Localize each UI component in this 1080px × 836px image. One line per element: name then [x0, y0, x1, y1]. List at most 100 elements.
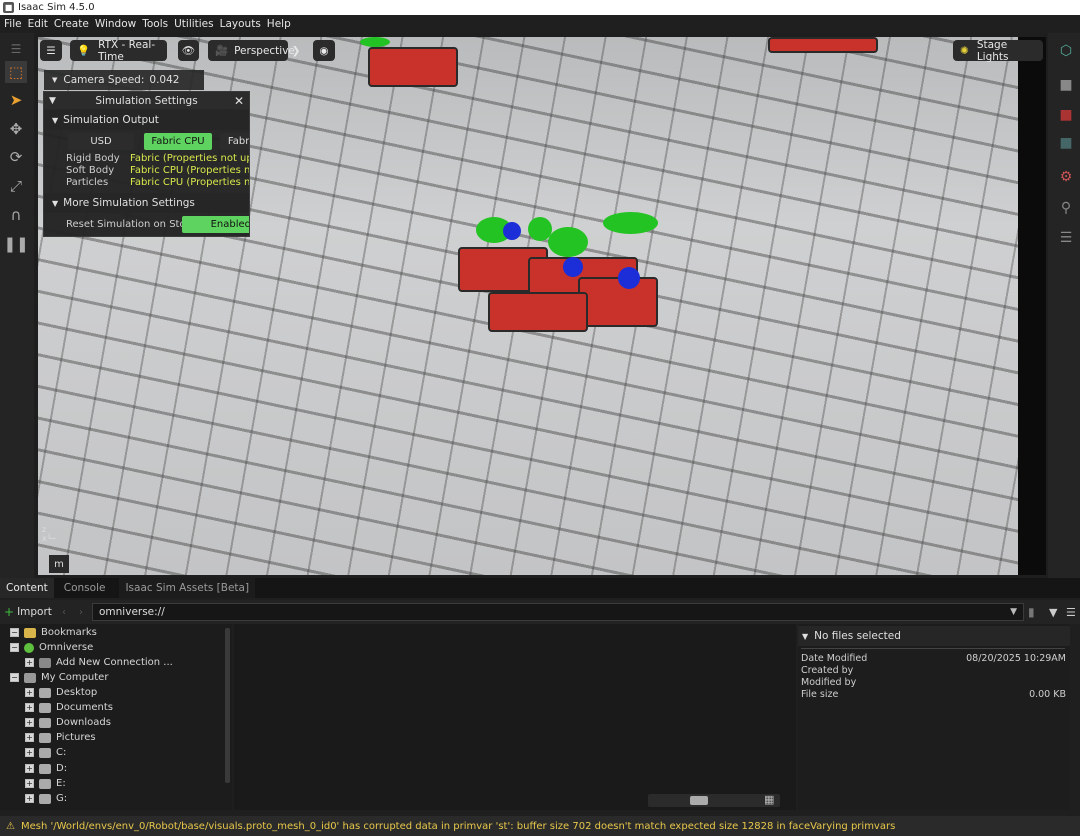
grid-scrollbar[interactable] [648, 794, 780, 807]
mode-usd-button[interactable]: USD [68, 133, 134, 150]
sliders-icon[interactable]: ☰ [1056, 228, 1076, 248]
sliders-icon: ☰ [46, 44, 56, 57]
tree-label: Omniverse [39, 642, 94, 653]
select-mode-icon[interactable]: ⬚ [5, 61, 27, 83]
snap-magnet-icon[interactable]: ∩ [5, 204, 27, 226]
forward-arrow-icon[interactable]: › [79, 607, 83, 618]
filter-icon[interactable]: ▼ [1049, 606, 1057, 619]
collapse-icon[interactable]: − [10, 673, 19, 682]
section-title: More Simulation Settings [63, 197, 195, 209]
direction-marker-green [548, 227, 588, 257]
info-title: No files selected [814, 630, 901, 642]
collapse-icon[interactable]: − [10, 628, 19, 637]
expand-icon[interactable]: + [25, 779, 34, 788]
simulation-output-section[interactable]: ▼ Simulation Output [44, 110, 249, 130]
expand-icon[interactable]: + [25, 703, 34, 712]
move-icon[interactable]: ✥ [5, 118, 27, 140]
grid-view-icon[interactable]: ▦ [764, 793, 774, 806]
cube-teal-icon[interactable]: ■ [1056, 133, 1076, 153]
menu-layouts[interactable]: Layouts [220, 18, 261, 30]
menu-tools[interactable]: Tools [142, 18, 168, 30]
menu-help[interactable]: Help [267, 18, 291, 30]
gear-icon[interactable]: ⚙ [1056, 167, 1076, 187]
tree-item-pictures[interactable]: + Pictures [25, 732, 96, 743]
scale-icon[interactable]: ⤢ [5, 175, 27, 197]
drive-icon [39, 763, 51, 774]
tree-item-bookmarks[interactable]: − Bookmarks [10, 627, 97, 638]
expand-icon[interactable]: + [25, 658, 34, 667]
soft-body-value: Fabric CPU (Properties not u [130, 165, 250, 176]
tree-item-desktop[interactable]: + Desktop [25, 687, 97, 698]
tree-item-omniverse[interactable]: − Omniverse [10, 642, 93, 653]
tree-label: D: [56, 763, 68, 774]
right-toolbar: ⬡ ■ ■ ■ ⚙ ⚲ ☰ [1048, 33, 1080, 578]
cube-grid-icon[interactable]: ⬡ [1056, 41, 1076, 61]
expand-icon[interactable]: + [25, 764, 34, 773]
visibility-button[interactable]: 👁 [178, 40, 199, 61]
expand-icon[interactable]: + [25, 733, 34, 742]
camera-speed-label: Camera Speed: [63, 74, 145, 86]
bookmark-folder-icon [24, 627, 36, 638]
tree-item-d[interactable]: + D: [25, 763, 67, 774]
menu-window[interactable]: Window [95, 18, 136, 30]
omniverse-icon [24, 642, 34, 653]
reset-on-stop-toggle[interactable]: Enabled [182, 216, 249, 233]
dropdown-chevron-icon[interactable]: ▼ [1010, 607, 1017, 617]
section-title: Simulation Output [63, 114, 159, 126]
tree-item-e[interactable]: + E: [25, 778, 66, 789]
mode-fabric-gpu-button[interactable]: Fabri [220, 133, 249, 150]
rotate-icon[interactable]: ⟳ [5, 146, 27, 168]
drive-icon [39, 717, 51, 728]
viewport-settings-button[interactable]: ☰ [40, 40, 62, 61]
mode-fabric-cpu-button[interactable]: Fabric CPU [144, 133, 212, 150]
camera-button[interactable]: 🎥 Perspective [208, 40, 295, 61]
path-bar: + Import ‹ › omniverse:// ▼ ▮ ▼ ☰ [0, 600, 1080, 624]
close-icon[interactable]: ✕ [234, 94, 244, 108]
tree-item-g[interactable]: + G: [25, 793, 67, 804]
path-input[interactable]: omniverse:// ▼ [92, 603, 1024, 621]
tree-label: C: [56, 747, 67, 758]
drive-icon [39, 747, 51, 758]
expand-icon[interactable]: + [25, 688, 34, 697]
chevron-right-icon[interactable]: ▼ [802, 632, 808, 641]
tree-item-c[interactable]: + C: [25, 747, 66, 758]
import-button[interactable]: + Import [4, 605, 52, 619]
file-grid[interactable]: ▦ [234, 624, 796, 810]
zoom-slider-handle[interactable] [690, 796, 708, 805]
select-arrow-icon[interactable]: ➤ [5, 89, 27, 111]
tree-item-downloads[interactable]: + Downloads [25, 717, 111, 728]
cube-dark-icon[interactable]: ■ [1056, 75, 1076, 95]
bookmark-icon[interactable]: ▮ [1028, 605, 1035, 619]
tree-scrollbar[interactable] [225, 628, 230, 783]
tab-console[interactable]: Console [58, 578, 112, 598]
expand-icon[interactable]: + [25, 748, 34, 757]
menu-edit[interactable]: Edit [28, 18, 48, 30]
tree-item-my-computer[interactable]: − My Computer [10, 672, 108, 683]
menu-create[interactable]: Create [54, 18, 89, 30]
cube-red-icon[interactable]: ■ [1056, 105, 1076, 125]
stage-lights-button[interactable]: ✺ Stage Lights [953, 38, 1043, 63]
menu-utilities[interactable]: Utilities [174, 18, 214, 30]
robot-body [578, 277, 658, 327]
expand-icon[interactable]: + [25, 718, 34, 727]
tab-isaac-sim-assets[interactable]: Isaac Sim Assets [Beta] [119, 578, 256, 598]
list-view-icon[interactable]: ☰ [1066, 606, 1076, 619]
tree-item-add-connection[interactable]: + Add New Connection ... [25, 657, 173, 668]
pause-icon[interactable]: ❚❚ [3, 233, 28, 255]
direction-marker-blue [503, 222, 521, 240]
robot-arm-icon[interactable]: ⚲ [1056, 198, 1076, 218]
tab-content[interactable]: Content [0, 578, 54, 598]
menu-file[interactable]: File [4, 18, 22, 30]
collapse-icon[interactable]: − [10, 643, 19, 652]
record-button[interactable]: ◉ [313, 40, 335, 61]
back-arrow-icon[interactable]: ‹ [62, 607, 66, 618]
stage-lights-label: Stage Lights [976, 38, 1009, 63]
tree-item-documents[interactable]: + Documents [25, 702, 113, 713]
expand-chevron-icon[interactable]: ❯ [289, 40, 303, 61]
drive-icon [39, 793, 51, 804]
more-settings-section[interactable]: ▼ More Simulation Settings [44, 193, 249, 213]
direction-marker-green [603, 212, 658, 234]
collapse-triangle-icon[interactable]: ▼ [49, 96, 56, 106]
render-mode-button[interactable]: 💡 RTX - Real-Time [70, 39, 167, 63]
expand-icon[interactable]: + [25, 794, 34, 803]
